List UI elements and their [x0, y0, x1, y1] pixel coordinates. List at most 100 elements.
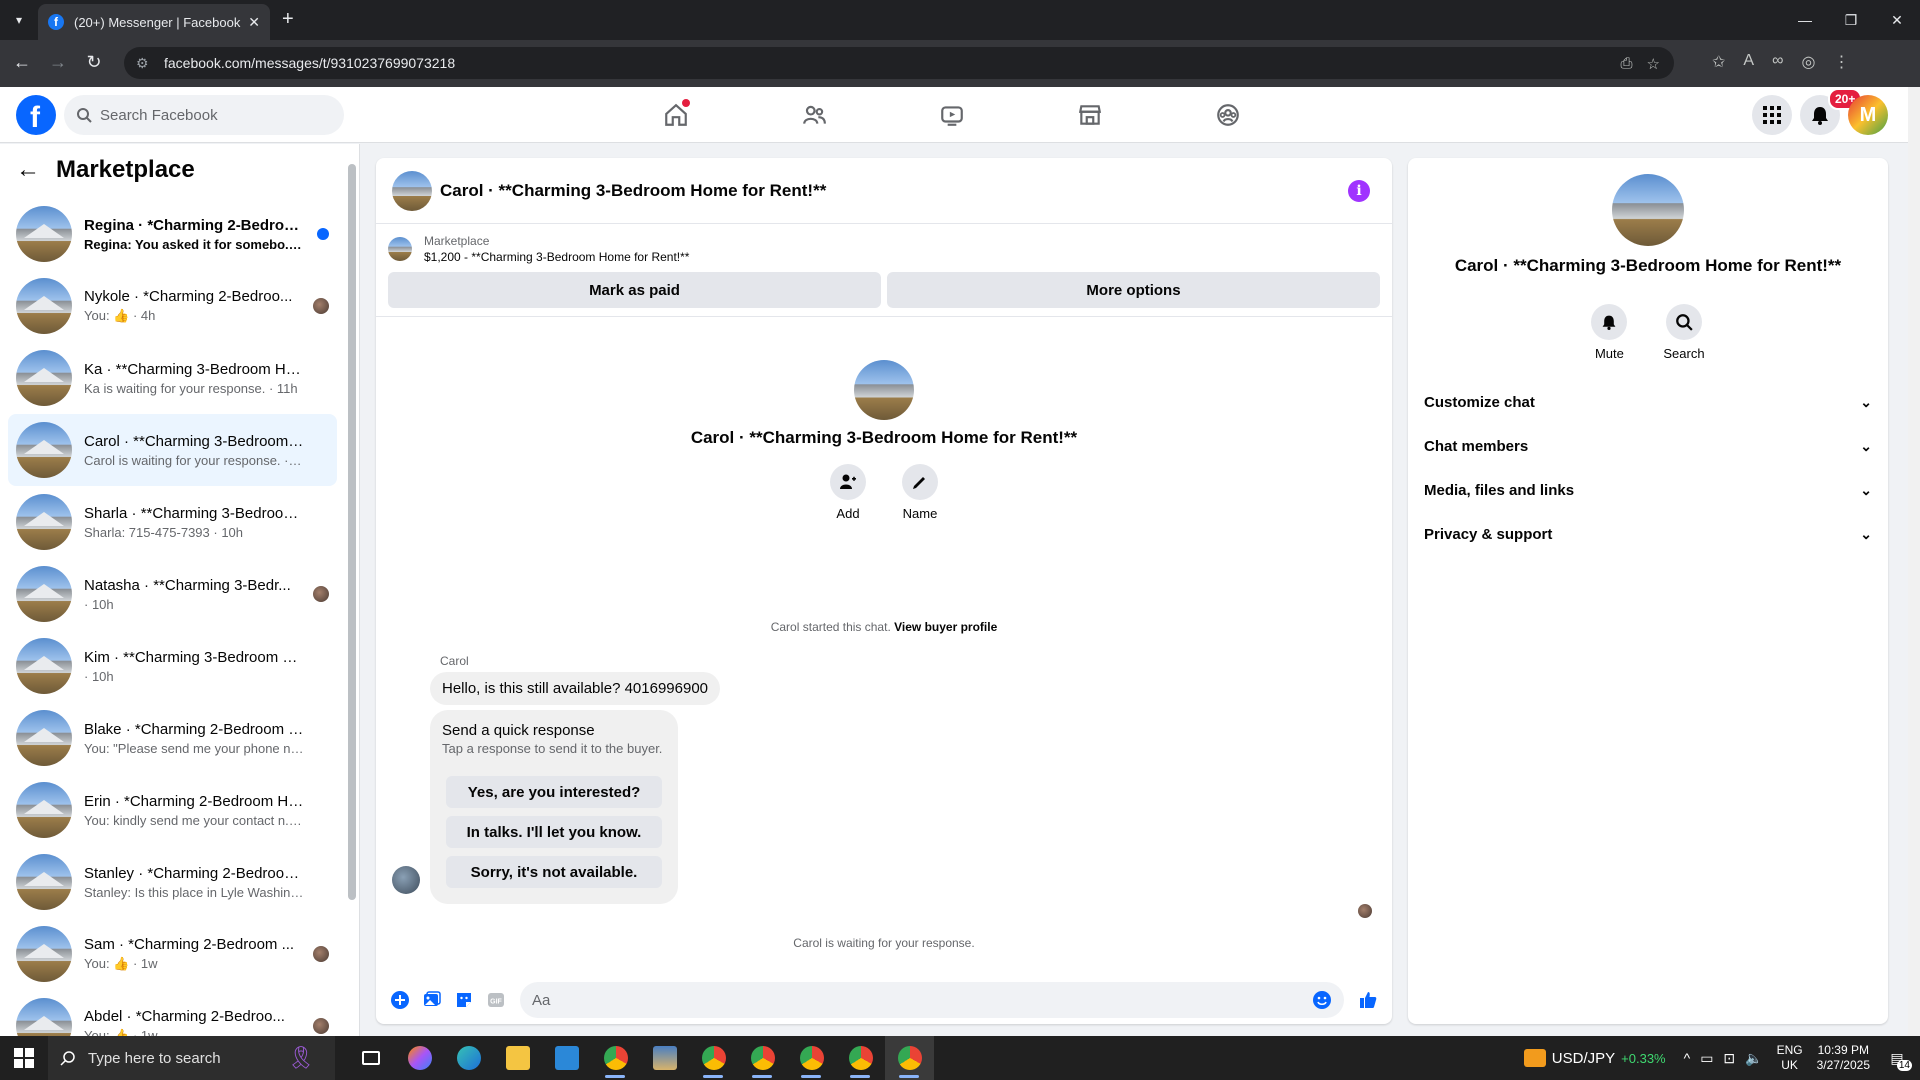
file-explorer-icon[interactable]	[493, 1036, 542, 1080]
task-view-icon[interactable]	[346, 1036, 395, 1080]
link-icon[interactable]: ∞	[1772, 52, 1783, 72]
nav-friends[interactable]	[798, 99, 830, 131]
gif-icon[interactable]: GIF	[480, 984, 512, 1016]
language-indicator[interactable]: ENG UK	[1777, 1043, 1803, 1073]
clock[interactable]: 10:39 PM 3/27/2025	[1817, 1043, 1870, 1073]
conversation-item-active[interactable]: Carol · **Charming 3-Bedroom ... Carol i…	[8, 414, 337, 486]
more-options-button[interactable]: More options	[887, 272, 1380, 308]
conversation-item[interactable]: Abdel · *Charming 2-Bedroo... You: 👍 · 1…	[8, 990, 337, 1036]
quick-response-yes-button[interactable]: Yes, are you interested?	[446, 776, 662, 808]
bookmarks-icon[interactable]: ✩	[1712, 52, 1725, 72]
conversation-item[interactable]: Sharla · **Charming 3-Bedroom ... Sharla…	[8, 486, 337, 558]
back-arrow-icon[interactable]: ←	[10, 52, 34, 73]
chat-members-section[interactable]: Chat members ⌄	[1424, 424, 1872, 468]
account-avatar[interactable]: M	[1848, 95, 1888, 135]
new-tab-plus-icon[interactable]: +	[282, 8, 294, 31]
chevron-up-icon[interactable]: ^	[1684, 1050, 1691, 1067]
nav-video[interactable]	[936, 99, 968, 131]
chrome-icon[interactable]	[591, 1036, 640, 1080]
quick-response-not-available-button[interactable]: Sorry, it's not available.	[446, 856, 662, 888]
menu-dots-icon[interactable]: ⋮	[1833, 52, 1849, 72]
close-window-icon[interactable]: ✕	[1874, 0, 1920, 40]
chrome-icon[interactable]	[689, 1036, 738, 1080]
reload-icon[interactable]: ↻	[82, 52, 106, 73]
nav-home[interactable]	[660, 99, 692, 131]
media-files-links-section[interactable]: Media, files and links ⌄	[1424, 468, 1872, 512]
sticker-icon[interactable]	[448, 984, 480, 1016]
site-info-icon[interactable]: ⚙	[136, 55, 154, 72]
volume-icon[interactable]: 🔈	[1745, 1050, 1762, 1067]
conversation-item[interactable]: Sam · *Charming 2-Bedroom ... You: 👍 · 1…	[8, 918, 337, 990]
chat-thumbnail[interactable]	[392, 170, 432, 211]
store-icon[interactable]	[542, 1036, 591, 1080]
conversation-name: Ka · **Charming 3-Bedroom Ho...	[84, 360, 304, 378]
conversation-item[interactable]: Erin · *Charming 2-Bedroom Ho... You: ki…	[8, 774, 337, 846]
edge-icon[interactable]	[444, 1036, 493, 1080]
tab-search-chevron-icon[interactable]: ▾	[8, 9, 30, 31]
sender-avatar[interactable]	[392, 866, 420, 894]
nav-groups[interactable]	[1212, 99, 1244, 131]
nav-marketplace[interactable]	[1074, 99, 1106, 131]
plus-circle-icon[interactable]	[384, 984, 416, 1016]
emoji-icon[interactable]	[1312, 990, 1332, 1010]
chrome-icon[interactable]	[885, 1036, 934, 1080]
message-input[interactable]	[532, 991, 1312, 1009]
conversation-item[interactable]: Blake · *Charming 2-Bedroom H... You: "P…	[8, 702, 337, 774]
minimize-icon[interactable]: —	[1782, 0, 1828, 40]
quick-response-card: Send a quick response Tap a response to …	[430, 710, 678, 904]
photo-app-icon[interactable]	[640, 1036, 689, 1080]
add-people-button[interactable]: Add	[830, 464, 866, 521]
restore-icon[interactable]: ❐	[1828, 0, 1874, 40]
message-input-box[interactable]	[520, 982, 1344, 1018]
forward-arrow-icon[interactable]: →	[46, 52, 70, 73]
chrome-icon[interactable]	[738, 1036, 787, 1080]
url-text[interactable]: facebook.com/messages/t/9310237699073218	[164, 55, 455, 71]
conversation-item[interactable]: Kim · **Charming 3-Bedroom H... · 10h	[8, 630, 337, 702]
chrome-icon[interactable]	[787, 1036, 836, 1080]
install-app-icon[interactable]: ⎙	[1621, 55, 1633, 73]
mark-as-paid-button[interactable]: Mark as paid	[388, 272, 881, 308]
address-bar[interactable]: ⚙ facebook.com/messages/t/93102376990732…	[124, 47, 1674, 79]
chrome-icon[interactable]	[836, 1036, 885, 1080]
conversation-item[interactable]: Natasha · **Charming 3-Bedr... · 10h	[8, 558, 337, 630]
taskbar-search-input[interactable]	[88, 1049, 287, 1067]
listing-thumbnail[interactable]	[388, 237, 412, 261]
privacy-support-section[interactable]: Privacy & support ⌄	[1424, 512, 1872, 556]
profile-icon[interactable]: ◎	[1801, 52, 1815, 72]
quick-response-in-talks-button[interactable]: In talks. I'll let you know.	[446, 816, 662, 848]
page-scrollbar[interactable]	[1908, 87, 1920, 1036]
taskbar-search-box[interactable]: 🎗	[48, 1036, 335, 1080]
listing-price-title[interactable]: $1,200 - **Charming 3-Bedroom Home for R…	[424, 250, 689, 264]
back-arrow-icon[interactable]: ←	[16, 156, 40, 184]
network-icon[interactable]: ⊡	[1723, 1050, 1735, 1067]
tab-close-icon[interactable]: ✕	[248, 14, 260, 31]
thumbs-up-icon[interactable]	[1352, 984, 1384, 1016]
chat-title[interactable]: Carol · **Charming 3-Bedroom Home for Re…	[440, 181, 826, 201]
info-icon[interactable]: i	[1348, 180, 1370, 202]
conversation-item[interactable]: Regina · *Charming 2-Bedroo... Regina: Y…	[8, 198, 337, 270]
bookmark-star-icon[interactable]: ☆	[1647, 55, 1660, 73]
conversation-item[interactable]: Stanley · *Charming 2-Bedroom ... Stanle…	[8, 846, 337, 918]
mute-button[interactable]: Mute	[1591, 304, 1628, 361]
name-chat-button[interactable]: Name	[902, 464, 938, 521]
meet-icon[interactable]: ▭	[1700, 1050, 1713, 1067]
menu-button[interactable]	[1752, 95, 1792, 135]
facebook-search-input[interactable]	[100, 106, 299, 124]
translate-icon[interactable]: A	[1743, 52, 1754, 72]
facebook-search-box[interactable]	[64, 95, 344, 135]
copilot-icon[interactable]	[395, 1036, 444, 1080]
currency-ticker[interactable]: USD/JPY +0.33%	[1523, 1049, 1666, 1067]
search-in-chat-button[interactable]: Search	[1663, 304, 1705, 361]
details-thumbnail[interactable]	[1612, 174, 1684, 246]
notification-center-icon[interactable]: ▤ 14	[1882, 1043, 1912, 1073]
browser-tab-messenger[interactable]: f (20+) Messenger | Facebook ✕	[38, 4, 270, 40]
customize-chat-section[interactable]: Customize chat ⌄	[1424, 380, 1872, 424]
message-bubble[interactable]: Hello, is this still available? 40169969…	[430, 672, 721, 705]
conversation-item[interactable]: Nykole · *Charming 2-Bedroo... You: 👍 · …	[8, 270, 337, 342]
conversation-item[interactable]: Ka · **Charming 3-Bedroom Ho... Ka is wa…	[8, 342, 337, 414]
windows-start-icon[interactable]	[14, 1048, 34, 1068]
sidebar-scrollbar[interactable]	[348, 164, 356, 900]
view-buyer-profile-link[interactable]: View buyer profile	[894, 620, 997, 634]
facebook-logo-icon[interactable]: f	[16, 95, 56, 135]
photo-icon[interactable]	[416, 984, 448, 1016]
